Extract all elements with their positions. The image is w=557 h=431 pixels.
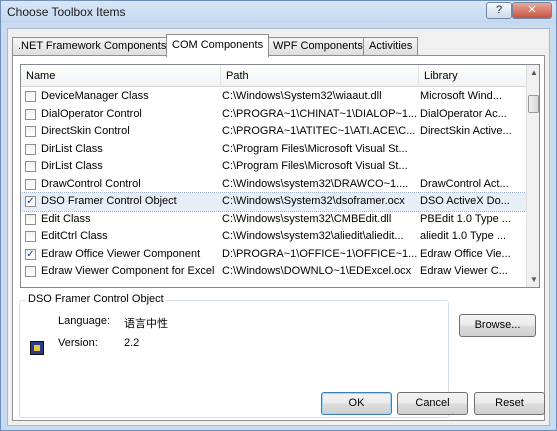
components-list[interactable]: Name Path Library DeviceManager Class C:\… — [20, 64, 540, 288]
version-value: 2.2 — [124, 337, 140, 349]
table-row[interactable]: ✓ DSO Framer Control Object C:\Windows\Sys… — [21, 192, 527, 212]
activex-control-icon — [30, 341, 44, 355]
vertical-scrollbar[interactable]: ▲ ▼ — [526, 65, 539, 287]
row-name: DirList Class — [41, 142, 103, 155]
row-name: DrawControl Control — [41, 177, 141, 190]
com-components-panel: Name Path Library DeviceManager Class C:\… — [12, 55, 545, 421]
scrollbar-thumb[interactable] — [528, 95, 539, 113]
row-name: Edraw Office Viewer Component — [41, 247, 201, 260]
row-library: Microsoft Wind... — [420, 90, 502, 102]
language-label: Language: — [58, 315, 110, 327]
row-name: DSO Framer Control Object — [41, 195, 177, 207]
row-checkbox[interactable] — [25, 91, 36, 102]
scroll-up-arrow-icon[interactable]: ▲ — [527, 65, 539, 80]
row-library: PBEdit 1.0 Type ... — [420, 212, 511, 225]
table-row[interactable]: Edit Class C:\Windows\system32\CMBEdit.dl… — [21, 211, 526, 229]
column-header-path[interactable]: Path — [221, 65, 419, 87]
row-checkbox[interactable] — [25, 266, 36, 277]
help-button[interactable]: ? — [486, 2, 512, 19]
table-row[interactable]: DeviceManager Class C:\Windows\System32\w… — [21, 88, 526, 106]
row-path: C:\Windows\DOWNLO~1\EDExcel.ocx — [222, 265, 412, 277]
row-library: Edraw Office Vie... — [420, 247, 511, 260]
browse-button[interactable]: Browse... — [459, 314, 536, 337]
row-library — [420, 158, 524, 175]
row-library: DialOperator Ac... — [420, 107, 507, 120]
table-row[interactable]: DirectSkin Control C:\PROGRA~1\ATITEC~1\A… — [21, 123, 526, 141]
row-checkbox[interactable] — [25, 161, 36, 172]
row-library: DSO ActiveX Do... — [420, 195, 510, 207]
row-path: C:\Program Files\Microsoft Visual St... — [222, 142, 408, 155]
table-row[interactable]: DrawControl Control C:\Windows\system32\D… — [21, 176, 526, 194]
table-row[interactable]: EditCtrl Class C:\Windows\system32\aliedi… — [21, 228, 526, 246]
table-row[interactable]: DirList Class C:\Program Files\Microsoft … — [21, 141, 526, 159]
ok-button[interactable]: OK — [321, 392, 392, 415]
column-header-name[interactable]: Name — [21, 65, 221, 87]
title-bar: Choose Toolbox Items ? ✕ — [1, 1, 556, 23]
list-header: Name Path Library — [21, 65, 526, 87]
row-path: C:\PROGRA~1\CHINAT~1\DIALOP~1... — [222, 107, 418, 120]
row-checkbox[interactable]: ✓ — [25, 196, 36, 207]
row-checkbox[interactable] — [25, 126, 36, 137]
row-library: Edraw Viewer C... — [420, 265, 508, 277]
row-path: C:\Windows\system32\DRAWCO~1.... — [222, 177, 409, 190]
reset-button[interactable]: Reset — [474, 392, 545, 415]
choose-toolbox-items-dialog: Choose Toolbox Items ? ✕ .NET Framework … — [0, 0, 557, 431]
list-rows: DeviceManager Class C:\Windows\System32\w… — [21, 88, 527, 281]
row-library: DrawControl Act... — [420, 177, 509, 190]
language-value: 语言中性 — [124, 318, 168, 330]
tab-com-components[interactable]: COM Components — [166, 34, 270, 57]
row-library: aliedit 1.0 Type ... — [420, 230, 507, 242]
cancel-button[interactable]: Cancel — [397, 392, 468, 415]
row-path: C:\Windows\System32\dsoframer.ocx — [222, 195, 405, 207]
row-name: DialOperator Control — [41, 107, 142, 120]
row-library: DirectSkin Active... — [420, 125, 512, 137]
row-name: Edraw Viewer Component for Excel — [41, 265, 215, 277]
row-name: Edit Class — [41, 212, 91, 225]
row-library — [420, 141, 524, 158]
row-name: DeviceManager Class — [41, 90, 149, 102]
row-checkbox[interactable]: ✓ — [25, 248, 36, 260]
table-row[interactable]: ✓ Edraw Office Viewer Component D:\PROGRA~… — [21, 246, 526, 264]
table-row[interactable]: DialOperator Control C:\PROGRA~1\CHINAT~1… — [21, 106, 526, 124]
row-path: C:\Windows\system32\aliedit\aliedit... — [222, 230, 404, 242]
table-row[interactable]: Edraw Viewer Component for Excel C:\Windo… — [21, 263, 526, 281]
tab-activities[interactable]: Activities — [363, 37, 419, 56]
row-checkbox[interactable] — [25, 178, 36, 190]
row-path: C:\Windows\system32\CMBEdit.dll — [222, 212, 392, 225]
row-path: C:\Program Files\Microsoft Visual St... — [222, 160, 408, 172]
row-checkbox[interactable] — [25, 213, 36, 225]
tab-net-framework-components[interactable]: .NET Framework Components — [12, 37, 173, 56]
row-name: DirList Class — [41, 160, 103, 172]
row-checkbox[interactable] — [25, 108, 36, 120]
row-name: DirectSkin Control — [41, 125, 130, 137]
window-title: Choose Toolbox Items — [7, 5, 126, 19]
details-title: DSO Framer Control Object — [26, 293, 166, 305]
row-name: EditCtrl Class — [41, 230, 108, 242]
row-path: C:\Windows\System32\wiaaut.dll — [222, 90, 382, 102]
close-button[interactable]: ✕ — [512, 2, 552, 19]
scroll-down-arrow-icon[interactable]: ▼ — [527, 272, 539, 287]
table-row[interactable]: DirList Class C:\Program Files\Microsoft … — [21, 158, 526, 176]
dialog-content: .NET Framework Components COM Components… — [7, 28, 550, 426]
version-label: Version: — [58, 337, 98, 349]
row-path: D:\PROGRA~1\OFFICE~1\OFFICE~1... — [222, 247, 418, 260]
tab-wpf-components[interactable]: WPF Components — [267, 37, 369, 56]
row-path: C:\PROGRA~1\ATITEC~1\ATI.ACE\C... — [222, 125, 416, 137]
row-checkbox[interactable] — [25, 231, 36, 242]
row-checkbox[interactable] — [25, 143, 36, 155]
column-header-library[interactable]: Library — [419, 65, 526, 87]
